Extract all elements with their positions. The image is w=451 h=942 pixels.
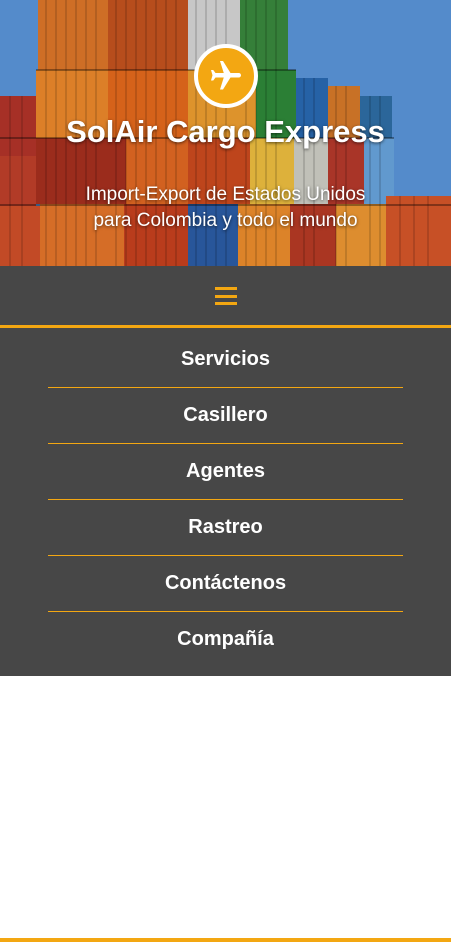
- nav-divider-bottom: [0, 938, 451, 942]
- nav-item-casillero[interactable]: Casillero: [48, 388, 403, 444]
- airplane-icon: [211, 61, 241, 90]
- hamburger-menu-icon: [214, 287, 237, 305]
- tagline-line-2: para Colombia y todo el mundo: [93, 210, 358, 231]
- hero-banner: SolAir Cargo Express Import-Export de Es…: [0, 0, 451, 266]
- logo-badge: [194, 44, 258, 108]
- nav-menu-list: Servicios Casillero Agentes Rastreo Cont…: [48, 332, 403, 667]
- main-navigation: Servicios Casillero Agentes Rastreo Cont…: [0, 266, 451, 942]
- menu-toggle-button[interactable]: [0, 266, 451, 326]
- tagline-line-1: Import-Export de Estados Unidos: [85, 184, 366, 205]
- nav-divider-top: [0, 325, 451, 328]
- nav-item-agentes[interactable]: Agentes: [48, 444, 403, 500]
- site-tagline: Import-Export de Estados Unidos para Col…: [0, 182, 451, 234]
- nav-item-compania[interactable]: Compañía: [48, 612, 403, 667]
- nav-item-servicios[interactable]: Servicios: [48, 332, 403, 388]
- nav-item-contactenos[interactable]: Contáctenos: [48, 556, 403, 612]
- nav-item-rastreo[interactable]: Rastreo: [48, 500, 403, 556]
- site-title: SolAir Cargo Express: [66, 114, 385, 149]
